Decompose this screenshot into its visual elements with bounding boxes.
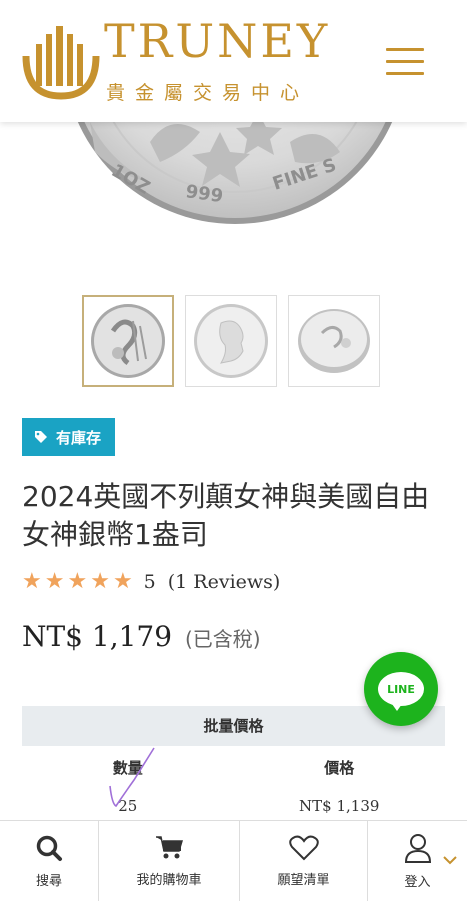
coin-thumbnail-icon bbox=[91, 304, 165, 378]
bulk-price-cell: NT$ 1,139 bbox=[299, 797, 380, 815]
nav-label-cart: 我的購物車 bbox=[136, 872, 202, 888]
column-header-price: 價格 bbox=[324, 758, 355, 777]
price-value: NT$ 1,179 bbox=[22, 620, 173, 653]
thumbnail-3[interactable] bbox=[288, 295, 380, 387]
heart-icon bbox=[288, 835, 319, 860]
nav-label-search: 搜尋 bbox=[35, 873, 62, 889]
stock-status-badge: 有庫存 bbox=[22, 418, 116, 456]
thumbnail-1[interactable] bbox=[82, 295, 174, 387]
rating-value: 5 bbox=[143, 570, 156, 593]
product-rating[interactable]: ★ ★ ★ ★ ★ 5 (1 Reviews) bbox=[22, 569, 280, 594]
line-chat-button[interactable]: LINE bbox=[364, 652, 438, 726]
truney-logo-icon[interactable] bbox=[22, 22, 100, 100]
thumbnail-strip bbox=[82, 295, 380, 387]
chevron-down-icon[interactable] bbox=[441, 853, 459, 867]
nav-wishlist[interactable]: 願望清單 bbox=[240, 821, 368, 901]
product-title: 2024英國不列顛女神與美國自由女神銀幣1盎司 bbox=[22, 480, 430, 551]
coin-thumbnail-icon bbox=[194, 304, 268, 378]
star-icon: ★ bbox=[44, 569, 65, 594]
nav-label-login: 登入 bbox=[404, 874, 431, 890]
main-product-image[interactable]: 1OZ 999 FINE S bbox=[0, 122, 467, 272]
site-header: TRUNEY 貴金屬交易中心 bbox=[0, 0, 467, 122]
thumbnail-2[interactable] bbox=[185, 295, 277, 387]
hamburger-menu-button[interactable] bbox=[386, 48, 424, 76]
bulk-pricing-header-row: 數量 價格 bbox=[22, 746, 445, 788]
product-price: NT$ 1,179 (已含稅) bbox=[22, 620, 261, 653]
search-icon bbox=[36, 835, 62, 861]
stock-status-label: 有庫存 bbox=[56, 428, 102, 447]
tax-note: (已含稅) bbox=[184, 627, 261, 651]
nav-label-wishlist: 願望清單 bbox=[277, 872, 330, 888]
user-icon bbox=[404, 833, 431, 863]
star-icon: ★ bbox=[90, 569, 110, 594]
table-row: 25 NT$ 1,139 bbox=[22, 788, 445, 824]
bulk-qty-cell: 25 bbox=[118, 797, 138, 815]
coin-image: 1OZ 999 FINE S bbox=[77, 122, 393, 224]
bulk-pricing-table: 批量價格 數量 價格 25 NT$ 1,139 bbox=[22, 706, 445, 824]
star-icon: ★ bbox=[112, 569, 133, 594]
star-icon: ★ bbox=[22, 569, 42, 594]
nav-search[interactable]: 搜尋 bbox=[0, 821, 99, 901]
coin-thumbnail-icon bbox=[298, 309, 370, 373]
tag-icon bbox=[35, 431, 47, 443]
nav-cart[interactable]: 我的購物車 bbox=[99, 821, 240, 901]
star-icon: ★ bbox=[67, 569, 88, 594]
line-icon: LINE bbox=[378, 672, 424, 711]
bottom-navigation-bar: 搜尋 我的購物車 願望清單 登入 bbox=[0, 820, 467, 901]
hamburger-icon bbox=[386, 48, 424, 51]
column-header-quantity: 數量 bbox=[112, 758, 143, 777]
cart-icon bbox=[156, 835, 183, 858]
brand-name[interactable]: TRUNEY bbox=[104, 18, 330, 64]
brand-subtitle: 貴金屬交易中心 bbox=[106, 82, 310, 104]
review-count-link[interactable]: (1 Reviews) bbox=[168, 571, 281, 593]
